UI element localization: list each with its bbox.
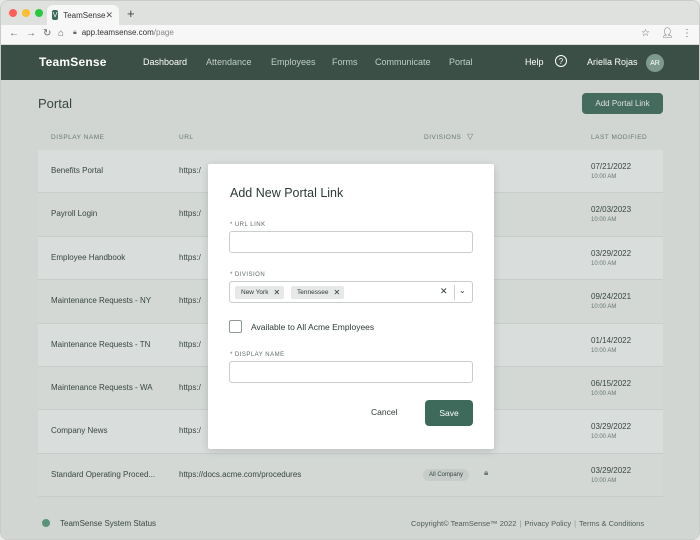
help-link[interactable]: Help — [525, 57, 544, 67]
nav-item-portal[interactable]: Portal — [449, 57, 473, 67]
close-window-button[interactable] — [9, 9, 17, 17]
required-asterisk-icon: * — [230, 272, 233, 278]
select-divider — [454, 285, 455, 300]
help-question-icon[interactable]: ? — [555, 55, 567, 67]
browser-tab[interactable]: V TeamSense ✕ — [47, 5, 119, 25]
window-controls — [9, 9, 43, 17]
new-tab-icon[interactable]: + — [127, 6, 135, 21]
division-label: * DIVISION — [230, 272, 266, 278]
nav-item-communicate[interactable]: Communicate — [375, 57, 431, 67]
minimize-window-button[interactable] — [22, 9, 30, 17]
chevron-down-icon[interactable]: ⌄ — [459, 286, 466, 295]
add-portal-link-dialog: Add New Portal Link * URL LINK * DIVISION … — [208, 164, 494, 449]
tab-close-icon[interactable]: ✕ — [105, 10, 113, 21]
lock-icon: 🔒︎ — [73, 28, 77, 36]
maximize-window-button[interactable] — [35, 9, 43, 17]
cancel-button[interactable]: Cancel — [371, 407, 397, 417]
dialog-title: Add New Portal Link — [230, 186, 344, 200]
teamsense-logo[interactable]: TeamSense — [39, 55, 107, 69]
url-path: /page — [153, 28, 174, 37]
url-link-input[interactable] — [229, 231, 473, 253]
back-arrow-icon[interactable]: ← — [9, 28, 19, 39]
reload-icon[interactable]: ↻ — [43, 28, 51, 39]
home-icon[interactable]: ⌂ — [58, 28, 64, 39]
remove-chip-icon[interactable]: ✕ — [273, 288, 280, 297]
profile-icon[interactable]: 👤︎ — [661, 28, 674, 39]
forward-arrow-icon[interactable]: → — [26, 28, 36, 39]
url-host: app.teamsense.com — [81, 28, 154, 37]
required-asterisk-icon: * — [230, 222, 233, 228]
remove-chip-icon[interactable]: ✕ — [333, 288, 340, 297]
teamsense-favicon-icon: V — [52, 10, 59, 20]
nav-item-forms[interactable]: Forms — [332, 57, 358, 67]
url-field[interactable]: 🔒︎ app.teamsense.com/page — [73, 28, 174, 37]
nav-item-attendance[interactable]: Attendance — [206, 57, 252, 67]
display-name-label: * DISPLAY NAME — [230, 352, 285, 358]
avatar[interactable]: AR — [646, 54, 664, 72]
url-link-label: * URL LINK — [230, 222, 266, 228]
address-bar: ← → ↻ ⌂ 🔒︎ app.teamsense.com/page ☆ 👤︎ ⋮ — [1, 25, 699, 45]
display-name-input[interactable] — [229, 361, 473, 383]
required-asterisk-icon: * — [230, 352, 233, 358]
browser-menu-icon[interactable]: ⋮ — [682, 28, 692, 39]
nav-item-dashboard[interactable]: Dashboard — [143, 57, 187, 67]
app-navbar: TeamSense Dashboard Attendance Employees… — [1, 45, 699, 80]
save-button[interactable]: Save — [425, 400, 473, 426]
bookmark-star-icon[interactable]: ☆ — [641, 28, 650, 39]
user-name[interactable]: Ariella Rojas — [587, 57, 638, 67]
division-chip: Tennessee ✕ — [291, 286, 345, 299]
division-chip: New York ✕ — [235, 286, 285, 299]
tab-title: TeamSense — [63, 10, 106, 20]
division-select[interactable]: New York ✕ Tennessee ✕ ✕ ⌄ — [229, 281, 473, 303]
browser-tab-bar: V TeamSense ✕ + — [1, 1, 699, 25]
clear-all-icon[interactable]: ✕ — [440, 286, 448, 297]
all-employees-label[interactable]: Available to All Acme Employees — [251, 322, 374, 332]
browser-window: V TeamSense ✕ + ← → ↻ ⌂ 🔒︎ app.teamsense… — [0, 0, 700, 540]
all-employees-checkbox[interactable] — [229, 320, 242, 333]
nav-item-employees[interactable]: Employees — [271, 57, 316, 67]
